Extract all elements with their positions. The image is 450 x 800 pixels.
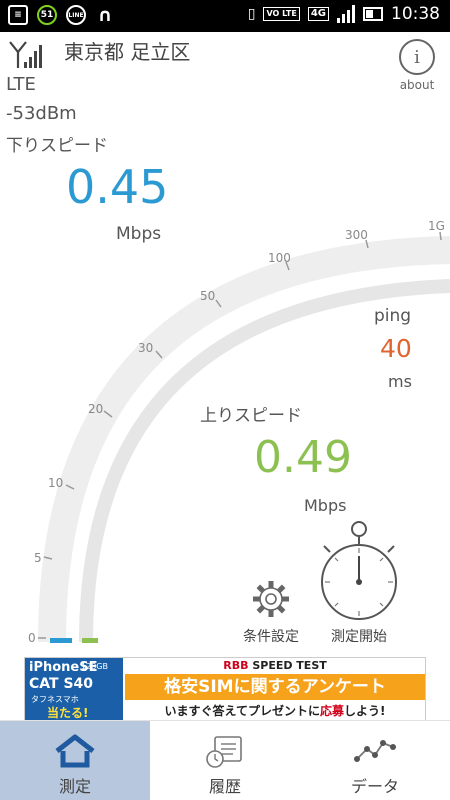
notification-list-icon: ≡ [8,5,28,25]
gauge-tick-20: 20 [88,402,103,416]
gauge-tick-300: 300 [345,228,368,242]
settings-button[interactable]: 条件設定 [236,574,306,646]
start-measurement-label[interactable]: 測定開始 [318,626,400,646]
notification-count-badge: 51 [37,5,57,25]
gauge-tick-30: 30 [138,341,153,355]
tab-measure[interactable]: 測定 [0,721,150,800]
download-speed-label: 下りスピード [6,136,108,156]
location-label: 東京都 足立区 [64,40,191,64]
ping-value: 40 [380,334,412,363]
status-time: 10:38 [391,4,440,24]
ad-brand-suffix: SPEED TEST [248,659,327,672]
ad-promo-product-2: CAT S40 [29,676,94,692]
vibrate-icon: ▯ [247,6,256,22]
signal-strength: -53dBm [6,103,77,124]
ad-subtext: いますぐ答えてプレゼントに応募しよう! [125,702,425,719]
gauge-tick-50: 50 [200,289,215,303]
ad-subtext-before: いますぐ答えてプレゼントに [164,704,320,718]
gauge-tick-1g: 1G [428,219,445,233]
ad-promo-capacity: 128GB [81,662,108,671]
cell-signal-icon [337,5,355,23]
gauge-tick-10: 10 [48,476,63,490]
gauge-tick-0: 0 [28,631,36,645]
tab-history-label[interactable]: 履歴 [150,773,300,797]
ping-label: ping [374,306,412,326]
tab-data[interactable]: データ [300,721,450,800]
stopwatch-icon [321,521,397,620]
line-app-icon: LINE [66,5,86,25]
start-measurement-button[interactable]: 測定開始 [318,518,400,646]
network-type: LTE [6,74,36,95]
gear-icon [253,581,289,617]
ad-subtext-highlight: 応募 [319,704,344,718]
bottom-navigation: 測定 履歴 データ [0,720,450,800]
headphones-icon: ∩ [97,4,113,26]
upload-speed-value: 0.49 [254,432,352,483]
home-icon [55,734,95,768]
download-gauge-fill [50,638,72,643]
ad-headline[interactable]: 格安SIMに関するアンケート [125,674,425,700]
download-speed-value: 0.45 [66,160,169,214]
gauge-tick-100: 100 [268,251,291,265]
history-icon [206,736,242,768]
volte-badge: VO LTE [263,7,300,21]
antenna-signal-icon [9,41,42,68]
ad-subtext-after: しよう! [343,704,386,718]
ad-promo-panel[interactable]: iPhoneSE 128GB CAT S40 タフネスマホ 当たる! [25,658,123,720]
tab-history[interactable]: 履歴 [150,721,300,800]
settings-button-label[interactable]: 条件設定 [236,626,306,646]
upload-gauge-fill [82,638,98,643]
tab-measure-label[interactable]: 測定 [0,773,150,797]
network-badge: 4G [307,7,329,21]
ad-brand: RBB SPEED TEST [125,659,425,672]
tab-data-label[interactable]: データ [300,773,450,797]
ad-brand-prefix: RBB [223,659,249,672]
about-info-icon[interactable]: i [399,39,435,75]
about-button-label[interactable]: about [390,78,444,92]
ping-unit: ms [388,372,412,391]
upload-speed-label: 上りスピード [200,406,302,426]
gauge-tick-5: 5 [34,551,42,565]
upload-speed-unit: Mbps [304,496,347,515]
chart-icon [354,740,396,762]
battery-icon [363,7,383,21]
status-bar: ≡ 51 LINE ∩ ▯ VO LTE 4G 10:38 [0,0,450,32]
ad-banner[interactable]: iPhoneSE 128GB CAT S40 タフネスマホ 当たる! RBB S… [24,657,426,721]
ad-promo-win: 当たる! [47,706,89,720]
